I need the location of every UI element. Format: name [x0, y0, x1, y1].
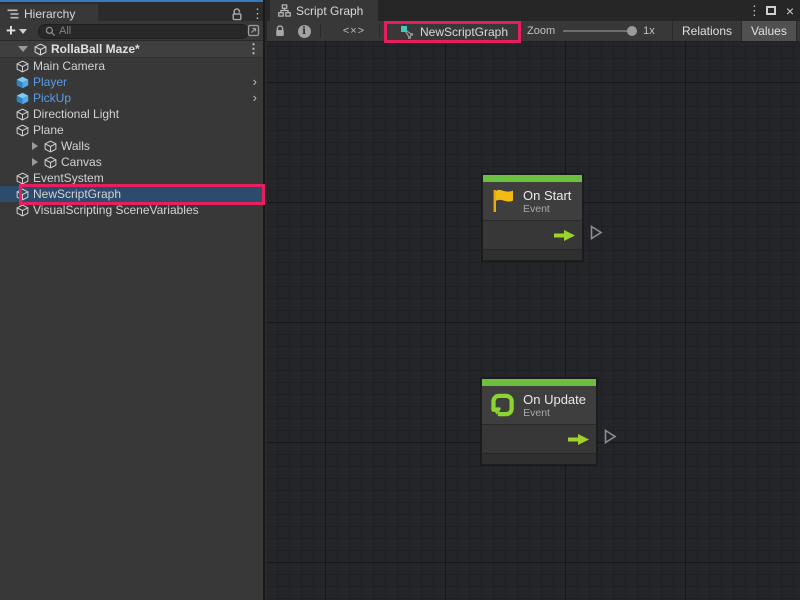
external-port-icon[interactable] — [603, 428, 617, 445]
gameobject-icon — [16, 172, 29, 185]
prefab-chevron-icon[interactable]: › — [253, 90, 257, 106]
info-icon[interactable]: i — [296, 21, 312, 41]
search-icon — [45, 26, 56, 37]
tree-item-label: Player — [33, 75, 67, 89]
values-button[interactable]: Values — [741, 21, 796, 41]
graph-name-button[interactable]: NewScriptGraph — [389, 22, 519, 41]
zoom-value: 1x — [643, 25, 655, 37]
gameobject-icon — [16, 124, 29, 137]
tree-item-plane[interactable]: Plane — [0, 122, 263, 138]
tree-item-label: PickUp — [33, 91, 71, 105]
script-graph-panel: Script Graph ⋮ × i <×> — [267, 0, 800, 600]
tree-item-pickup[interactable]: PickUp › — [0, 90, 263, 106]
hierarchy-tree: Main Camera Player › PickUp › Directiona… — [0, 58, 263, 218]
tab-script-graph[interactable]: Script Graph — [270, 0, 378, 21]
tree-item-newscriptgraph[interactable]: NewScriptGraph — [0, 186, 263, 202]
hierarchy-toolbar: + All — [0, 21, 263, 41]
search-placeholder: All — [59, 25, 71, 38]
search-picker-icon[interactable] — [247, 24, 260, 37]
tree-item-label: Main Camera — [33, 59, 105, 73]
dropdown-arrow-icon — [19, 29, 27, 34]
scene-menu-icon[interactable]: ⋮ — [247, 42, 255, 55]
graph-name-label: NewScriptGraph — [420, 25, 508, 39]
code-view-icon[interactable]: <×> — [337, 21, 371, 41]
scene-header-row[interactable]: RollaBall Maze* ⋮ — [0, 41, 263, 58]
tree-item-visualscripting-scenevariables[interactable]: VisualScripting SceneVariables — [0, 202, 263, 218]
tree-item-label: Canvas — [61, 155, 102, 169]
node-on-update[interactable]: On Update Event — [481, 378, 597, 465]
expand-arrow-icon[interactable] — [32, 158, 38, 166]
node-on-start[interactable]: On Start Event — [482, 174, 583, 261]
loop-icon — [490, 392, 515, 418]
hierarchy-tabbar: Hierarchy ⋮ — [0, 0, 263, 21]
gameobject-icon — [16, 108, 29, 121]
tree-item-canvas[interactable]: Canvas — [0, 154, 263, 170]
node-subtitle: Event — [523, 407, 586, 419]
hierarchy-panel: Hierarchy ⋮ + All — [0, 0, 265, 600]
tree-item-main-camera[interactable]: Main Camera — [0, 58, 263, 74]
scene-name: RollaBall Maze* — [51, 42, 140, 56]
tree-item-directional-light[interactable]: Directional Light — [0, 106, 263, 122]
prefab-icon — [16, 76, 29, 89]
plus-icon: + — [6, 24, 16, 38]
tree-item-walls[interactable]: Walls — [0, 138, 263, 154]
tree-item-label: VisualScripting SceneVariables — [33, 203, 199, 217]
prefab-icon — [16, 92, 29, 105]
gameobject-icon — [16, 60, 29, 73]
add-object-button[interactable]: + — [6, 24, 27, 38]
window-menu-icon[interactable]: ⋮ — [748, 4, 756, 17]
tree-item-label: Directional Light — [33, 107, 119, 121]
flag-icon — [491, 188, 515, 214]
graph-canvas[interactable]: On Start Event — [267, 42, 800, 600]
gameobject-icon — [44, 140, 57, 153]
tab-script-graph-label: Script Graph — [296, 4, 363, 18]
tab-hierarchy-label: Hierarchy — [24, 7, 75, 21]
script-graph-asset-icon — [400, 25, 414, 39]
close-icon[interactable]: × — [786, 4, 794, 18]
tree-item-player[interactable]: Player › — [0, 74, 263, 90]
hierarchy-menu-icon[interactable]: ⋮ — [251, 7, 259, 20]
toolbar-separator — [320, 24, 321, 38]
gameobject-icon — [44, 156, 57, 169]
gameobject-icon — [16, 204, 29, 217]
collapse-arrow-icon[interactable] — [18, 46, 28, 52]
external-port-icon[interactable] — [589, 224, 603, 241]
node-footer — [483, 249, 582, 260]
tree-item-label: NewScriptGraph — [33, 187, 121, 201]
tree-item-label: Walls — [61, 139, 90, 153]
node-title: On Start — [523, 188, 571, 203]
node-header-bar — [483, 175, 582, 182]
graph-icon — [278, 4, 291, 17]
tree-item-label: Plane — [33, 123, 64, 137]
tree-item-label: EventSystem — [33, 171, 104, 185]
node-title: On Update — [523, 392, 586, 407]
unlock-icon[interactable] — [231, 7, 243, 21]
hierarchy-icon — [7, 8, 19, 20]
lock-icon[interactable] — [272, 21, 288, 41]
unity-scene-icon — [34, 43, 47, 56]
hierarchy-search-input[interactable]: All — [38, 24, 249, 39]
node-header-bar — [482, 379, 596, 386]
gameobject-icon — [16, 188, 29, 201]
zoom-slider-handle[interactable] — [627, 26, 637, 36]
expand-arrow-icon[interactable] — [32, 142, 38, 150]
script-graph-toolbar: i <×> NewScriptGraph Zoom 1x Relations — [267, 21, 800, 42]
script-graph-tabbar: Script Graph ⋮ × — [267, 0, 800, 21]
flow-arrow-icon — [554, 229, 575, 242]
node-output-port-row[interactable] — [483, 220, 582, 249]
prefab-chevron-icon[interactable]: › — [253, 74, 257, 90]
toolbar-separator — [379, 24, 380, 38]
node-subtitle: Event — [523, 203, 571, 215]
zoom-slider[interactable] — [563, 30, 635, 32]
node-output-port-row[interactable] — [482, 424, 596, 453]
maximize-icon[interactable] — [766, 6, 776, 15]
node-footer — [482, 453, 596, 464]
dim-button[interactable]: Dim — [796, 21, 800, 41]
relations-button[interactable]: Relations — [672, 21, 741, 41]
zoom-label: Zoom — [527, 25, 555, 37]
flow-arrow-icon — [568, 433, 589, 446]
tree-item-eventsystem[interactable]: EventSystem — [0, 170, 263, 186]
